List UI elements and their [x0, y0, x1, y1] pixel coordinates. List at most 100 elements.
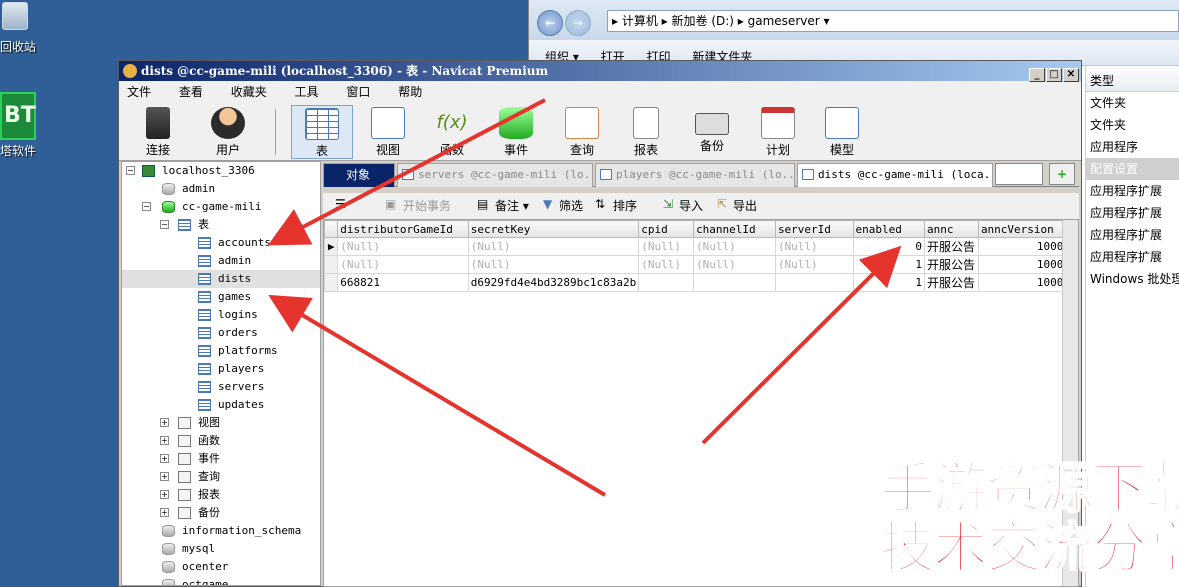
cell-enabled[interactable]: 1	[852, 273, 926, 292]
query-button[interactable]: 查询	[551, 105, 613, 159]
column-header-serverId[interactable]: serverId	[774, 220, 854, 238]
tree-db-item[interactable]: information_schema	[122, 522, 320, 540]
cell-distributorGameId[interactable]: 668821	[337, 273, 469, 292]
type-list-item[interactable]: 文件夹	[1086, 114, 1179, 136]
address-bar[interactable]: ▸ 计算机 ▸ 新加卷 (D:) ▸ gameserver ▾	[607, 10, 1179, 32]
tree-table-logins[interactable]: logins	[122, 306, 320, 324]
cell-channelId[interactable]: (Null)	[693, 255, 776, 274]
type-list-item[interactable]: 应用程序扩展	[1086, 180, 1179, 202]
column-header-enabled[interactable]: enabled	[852, 220, 926, 238]
event-button[interactable]: 事件	[485, 105, 547, 159]
column-header-annc[interactable]: annc	[924, 220, 979, 238]
cell-channelId[interactable]: (Null)	[693, 237, 776, 256]
tab-dists[interactable]: dists @cc-game-mili (loca...	[797, 163, 993, 187]
column-header-channelId[interactable]: channelId	[693, 220, 776, 238]
cell-enabled[interactable]: 0	[852, 237, 926, 256]
tree-table-players[interactable]: players	[122, 360, 320, 378]
cell-serverId[interactable]: (Null)	[774, 255, 854, 274]
close-button[interactable]: ✕	[1063, 68, 1079, 82]
cell-secretKey[interactable]: (Null)	[467, 255, 640, 274]
cell-distributorGameId[interactable]: (Null)	[337, 237, 469, 256]
backup-button[interactable]: 备份	[681, 105, 743, 159]
forward-icon[interactable]: →	[565, 10, 591, 36]
menu-help[interactable]: 帮助	[398, 85, 422, 99]
cell-annc[interactable]: 开服公告	[924, 273, 979, 292]
minimize-button[interactable]: _	[1029, 68, 1045, 82]
tree-db-item[interactable]: ocenter	[122, 558, 320, 576]
tab-search-input[interactable]	[995, 163, 1043, 185]
tree-table-dists[interactable]: dists	[122, 270, 320, 288]
report-button[interactable]: 报表	[615, 105, 677, 159]
expand-icon[interactable]: +	[160, 490, 169, 499]
type-list-item[interactable]: 应用程序扩展	[1086, 202, 1179, 224]
cell-annc[interactable]: 开服公告	[924, 237, 979, 256]
view-button[interactable]: 视图	[357, 105, 419, 159]
row-header[interactable]	[324, 255, 339, 274]
menu-window[interactable]: 窗口	[346, 85, 370, 99]
tree-table-platforms[interactable]: platforms	[122, 342, 320, 360]
tab-servers[interactable]: servers @cc-game-mili (lo...	[397, 163, 593, 187]
memo-button[interactable]: 备注 ▾	[495, 197, 529, 214]
tree-group-item[interactable]: + 查询	[122, 468, 320, 486]
tree-table-admin[interactable]: admin	[122, 252, 320, 270]
menu-file[interactable]: 文件	[127, 85, 151, 99]
tree-db-item[interactable]: octgame	[122, 576, 320, 585]
connect-button[interactable]: 连接	[127, 105, 189, 159]
cell-secretKey[interactable]: d6929fd4e4bd3289bc1c83a2b	[467, 273, 640, 292]
menu-view[interactable]: 查看	[179, 85, 203, 99]
cell-serverId[interactable]	[774, 273, 854, 292]
column-header-anncVersion[interactable]: anncVersion	[977, 220, 1074, 238]
tree-db-admin[interactable]: admin	[122, 180, 320, 198]
tree-table-orders[interactable]: orders	[122, 324, 320, 342]
tree-connection[interactable]: − localhost_3306	[122, 162, 320, 180]
tab-players[interactable]: players @cc-game-mili (lo...	[595, 163, 795, 187]
tree-db-item[interactable]: mysql	[122, 540, 320, 558]
tree-group-item[interactable]: + 函数	[122, 432, 320, 450]
tree-group-item[interactable]: + 备份	[122, 504, 320, 522]
table-row[interactable]: 668821 d6929fd4e4bd3289bc1c83a2b 1 开服公告 1000…	[324, 273, 1078, 292]
tree-group-item[interactable]: + 事件	[122, 450, 320, 468]
column-header-distributorGameId[interactable]: distributorGameId	[337, 220, 469, 238]
begin-transaction-button[interactable]: 开始事务	[403, 197, 451, 214]
export-button[interactable]: 导出	[733, 197, 757, 214]
tree-table-updates[interactable]: updates	[122, 396, 320, 414]
menu-favorites[interactable]: 收藏夹	[231, 85, 267, 99]
user-button[interactable]: 用户	[197, 105, 259, 159]
model-button[interactable]: 模型	[811, 105, 873, 159]
table-button[interactable]: 表	[291, 105, 353, 159]
import-button[interactable]: 导入	[679, 197, 703, 214]
row-header[interactable]	[324, 273, 339, 292]
tree-tables-group[interactable]: − 表	[122, 216, 320, 234]
expand-icon[interactable]: +	[160, 472, 169, 481]
cell-anncVersion[interactable]: 10000	[977, 273, 1074, 292]
address-part[interactable]: 新加卷 (D:)	[672, 14, 734, 28]
tree-db-game[interactable]: − cc-game-mili	[122, 198, 320, 216]
tree-table-accounts[interactable]: accounts	[122, 234, 320, 252]
type-list-item[interactable]: Windows 批处理...	[1086, 268, 1179, 290]
type-list-item[interactable]: 应用程序扩展	[1086, 224, 1179, 246]
address-part[interactable]: gameserver	[748, 14, 820, 28]
maximize-button[interactable]: □	[1046, 68, 1062, 82]
back-icon[interactable]: ←	[537, 10, 563, 36]
type-list-item[interactable]: 文件夹	[1086, 92, 1179, 114]
table-row[interactable]: ▶ (Null) (Null) (Null) (Null) (Null) 0 开服公告 1000…	[324, 237, 1078, 256]
expand-icon[interactable]: +	[160, 436, 169, 445]
address-part[interactable]: 计算机	[622, 14, 658, 28]
cell-anncVersion[interactable]: 10000	[977, 237, 1074, 256]
expand-icon[interactable]: +	[160, 418, 169, 427]
column-header-secretKey[interactable]: secretKey	[467, 220, 640, 238]
cell-cpid[interactable]: (Null)	[638, 255, 695, 274]
tab-objects[interactable]: 对象	[323, 163, 395, 187]
bt-panel-icon[interactable]: BT	[0, 92, 36, 140]
table-row[interactable]: (Null) (Null) (Null) (Null) (Null) 1 开服公告 10000	[324, 255, 1078, 274]
schedule-button[interactable]: 计划	[747, 105, 809, 159]
cell-enabled[interactable]: 1	[852, 255, 926, 274]
cell-cpid[interactable]	[638, 273, 695, 292]
menu-tools[interactable]: 工具	[295, 85, 319, 99]
cell-distributorGameId[interactable]: (Null)	[337, 255, 469, 274]
column-header-cpid[interactable]: cpid	[638, 220, 695, 238]
new-tab-icon[interactable]: +	[1049, 163, 1075, 185]
function-button[interactable]: f(x) 函数	[421, 105, 483, 159]
cell-cpid[interactable]: (Null)	[638, 237, 695, 256]
tree-group-item[interactable]: + 视图	[122, 414, 320, 432]
